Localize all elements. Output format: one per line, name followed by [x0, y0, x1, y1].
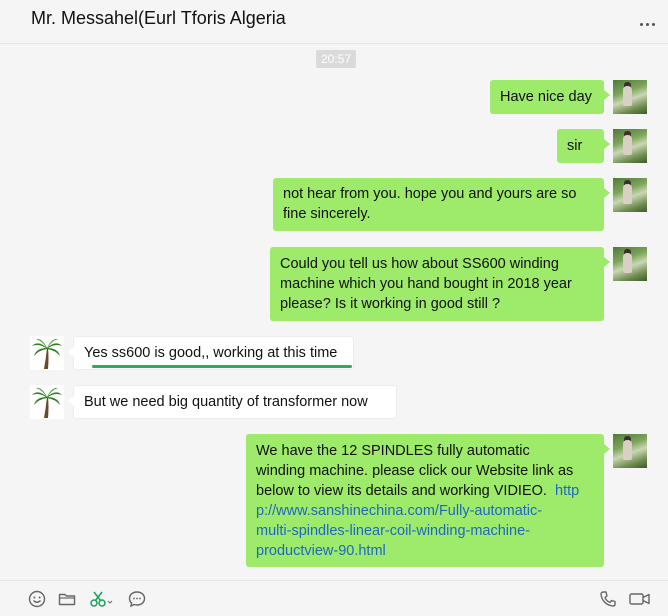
my-avatar[interactable]: [613, 178, 647, 212]
chat-title: Mr. Messahel(Eurl Tforis Algeria: [31, 8, 286, 28]
outgoing-message[interactable]: Could you tell us how about SS600 windin…: [270, 247, 610, 321]
folder-icon[interactable]: [57, 589, 77, 609]
message-line: We have the 12 SPINDLES fully automatic: [256, 443, 530, 459]
composer-toolbar: [0, 580, 668, 616]
outgoing-message[interactable]: not hear from you. hope you and yours ar…: [273, 178, 610, 231]
message-line: fine sincerely.: [283, 206, 371, 222]
website-link[interactable]: multi-spindles-linear-coil-winding-machi…: [256, 521, 594, 541]
message-text: Have nice day: [500, 89, 592, 105]
message-text: Yes ss600 is good,, working at this time: [84, 345, 338, 361]
emoji-icon[interactable]: [27, 589, 47, 609]
message-line: machine which you hand bought in 2018 ye…: [280, 276, 572, 292]
my-avatar[interactable]: [613, 434, 647, 468]
palm-tree-icon: [32, 338, 62, 369]
website-link[interactable]: productview-90.html: [256, 541, 594, 561]
message-timestamp: 20:57: [316, 50, 357, 68]
message-line: please? Is it working in good still ?: [280, 296, 501, 312]
my-avatar[interactable]: [613, 129, 647, 163]
my-avatar[interactable]: [613, 247, 647, 281]
chat-header: Mr. Messahel(Eurl Tforis Algeria: [0, 0, 668, 44]
message-text: sir: [567, 138, 583, 154]
message-line: winding machine. please click our Websit…: [256, 463, 574, 479]
chat-history-icon[interactable]: [127, 589, 147, 609]
palm-tree-icon: [32, 387, 62, 418]
website-link[interactable]: p://www.sanshinechina.com/Fully-automati…: [256, 501, 594, 521]
contact-avatar[interactable]: [30, 336, 64, 370]
phone-icon[interactable]: [598, 589, 618, 609]
highlight-underline: [92, 365, 352, 368]
video-call-icon[interactable]: [628, 589, 652, 609]
contact-avatar[interactable]: [30, 385, 64, 419]
more-dots-icon[interactable]: [636, 16, 658, 32]
message-line: Could you tell us how about SS600 windin…: [280, 256, 559, 272]
outgoing-message[interactable]: We have the 12 SPINDLES fully automatic …: [246, 434, 610, 567]
message-line: below to view its details and working VI…: [256, 481, 594, 501]
website-link[interactable]: http: [555, 483, 579, 499]
outgoing-message[interactable]: Have nice day: [490, 80, 610, 114]
my-avatar[interactable]: [613, 80, 647, 114]
incoming-message[interactable]: But we need big quantity of transformer …: [68, 385, 397, 419]
message-text: But we need big quantity of transformer …: [84, 394, 368, 410]
scissors-icon[interactable]: [89, 589, 113, 609]
message-line: not hear from you. hope you and yours ar…: [283, 186, 577, 202]
outgoing-message[interactable]: sir: [557, 129, 610, 163]
message-text: below to view its details and working VI…: [256, 483, 547, 499]
